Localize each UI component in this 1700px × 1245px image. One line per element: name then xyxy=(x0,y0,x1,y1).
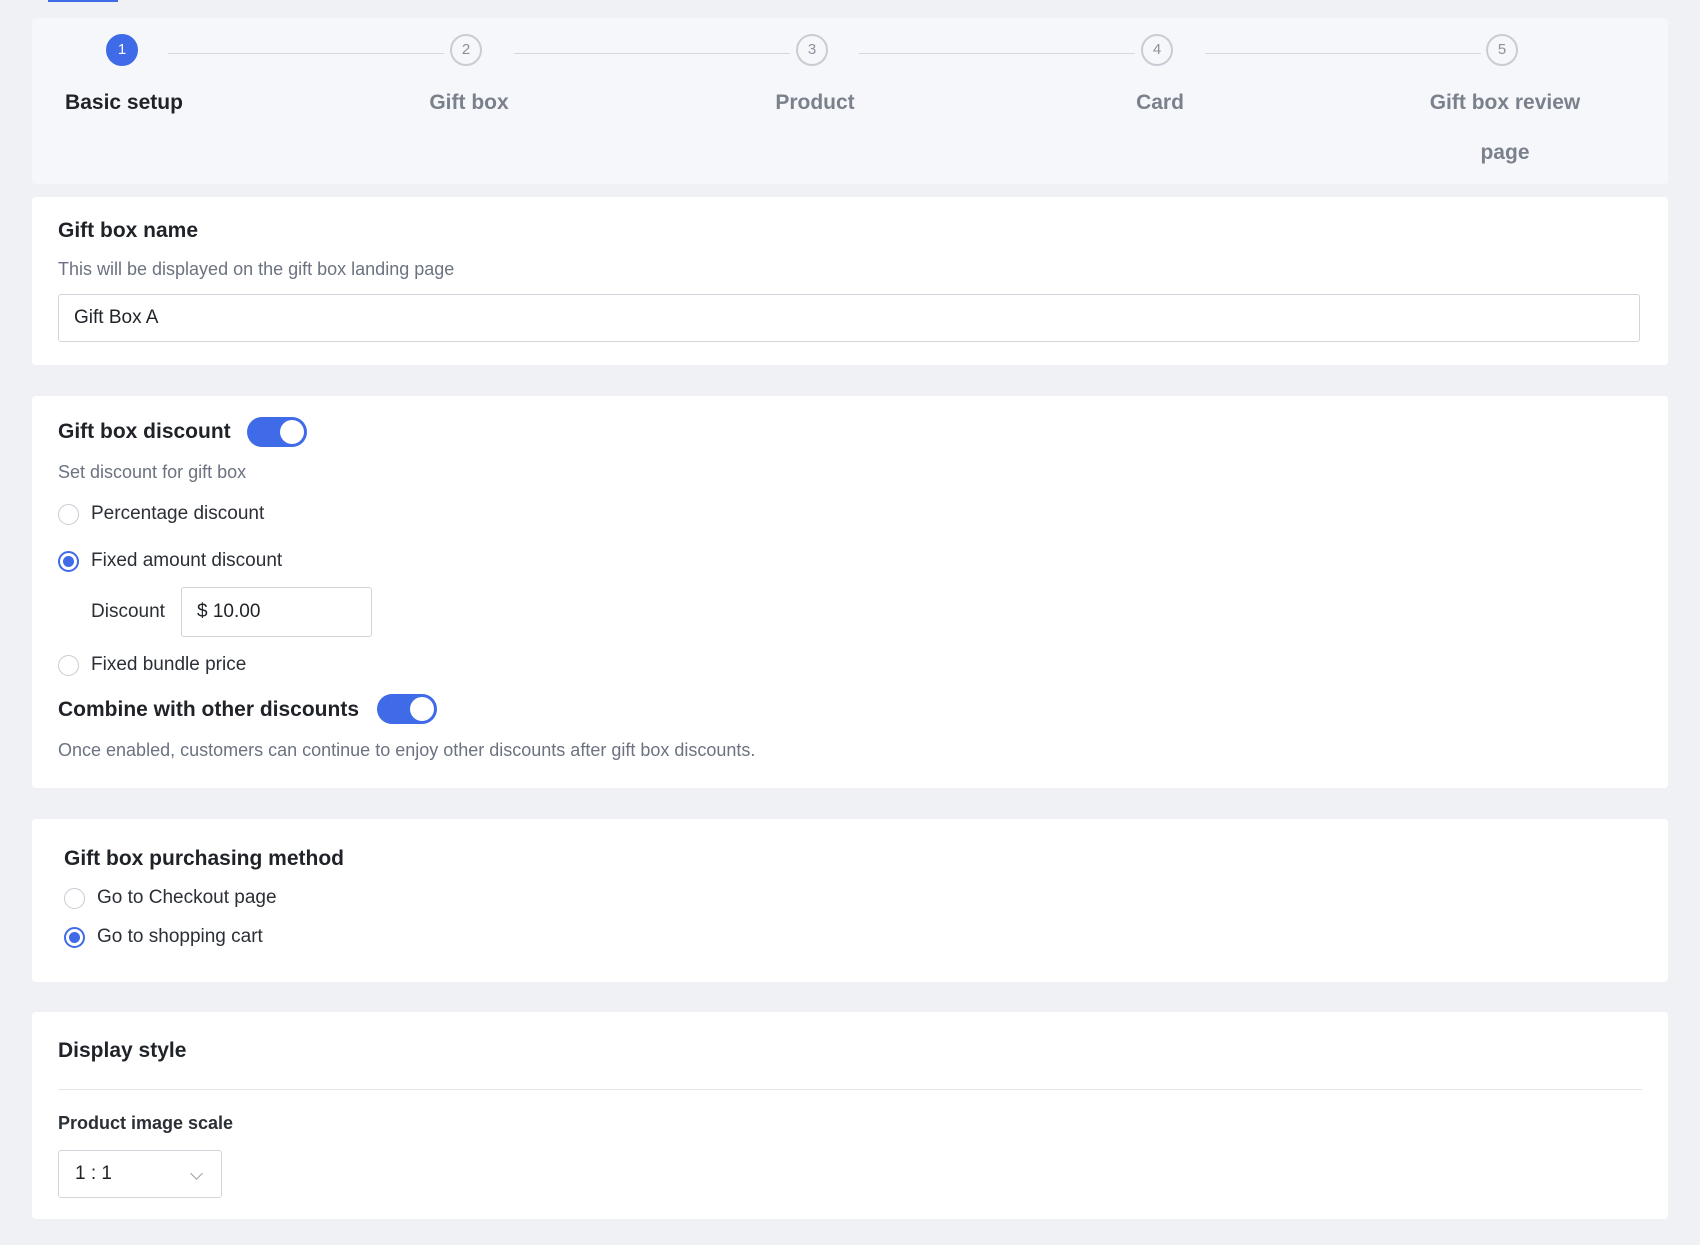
step-product[interactable]: 3 Product xyxy=(665,18,965,184)
product-image-scale-select[interactable]: 1 : 1 xyxy=(58,1150,222,1198)
combine-discounts-description: Once enabled, customers can continue to … xyxy=(58,740,756,760)
product-image-scale-label: Product image scale xyxy=(58,1113,234,1133)
step-label: Gift box review page xyxy=(1355,78,1655,178)
step-label-line2: page xyxy=(1480,141,1530,164)
toggle-knob xyxy=(410,697,434,721)
step-number: 3 xyxy=(796,34,828,66)
step-number: 4 xyxy=(1141,34,1173,66)
display-style-card: Display style Product image scale 1 : 1 xyxy=(32,1012,1668,1219)
checkout-page-radio[interactable] xyxy=(64,887,85,909)
step-label-line1: Gift box review xyxy=(1429,91,1581,114)
checkout-page-option[interactable]: Go to Checkout page xyxy=(64,887,277,909)
gift-box-name-card: Gift box name This will be displayed on … xyxy=(32,197,1668,365)
fixed-bundle-price-radio[interactable] xyxy=(58,654,79,676)
discount-label: Discount xyxy=(91,601,165,622)
display-style-divider xyxy=(58,1089,1642,1090)
gift-box-name-input[interactable]: Gift Box A xyxy=(58,294,1640,342)
shopping-cart-radio[interactable] xyxy=(64,926,85,948)
step-number: 2 xyxy=(450,34,482,66)
gift-box-discount-toggle[interactable] xyxy=(247,417,307,447)
step-gift-box-review-page[interactable]: 5 Gift box review page xyxy=(1355,18,1655,184)
product-image-scale-value: 1 : 1 xyxy=(75,1163,112,1184)
gift-box-name-title: Gift box name xyxy=(58,219,199,242)
fixed-amount-discount-option[interactable]: Fixed amount discount xyxy=(58,550,282,572)
gift-box-name-description: This will be displayed on the gift box l… xyxy=(58,259,455,279)
fixed-bundle-price-option[interactable]: Fixed bundle price xyxy=(58,654,246,676)
percentage-discount-option[interactable]: Percentage discount xyxy=(58,503,264,525)
step-label: Card xyxy=(1136,91,1184,114)
step-gift-box[interactable]: 2 Gift box xyxy=(319,18,619,184)
percentage-discount-label: Percentage discount xyxy=(91,503,265,524)
fixed-amount-discount-label: Fixed amount discount xyxy=(91,550,283,571)
gift-box-discount-card: Gift box discount Set discount for gift … xyxy=(32,396,1668,788)
step-basic-setup[interactable]: 1 Basic setup xyxy=(0,18,274,184)
combine-discounts-toggle[interactable] xyxy=(377,694,437,724)
toggle-knob xyxy=(280,420,304,444)
fixed-amount-discount-radio[interactable] xyxy=(58,550,79,572)
top-tab-indicator xyxy=(48,0,118,2)
gift-box-discount-description: Set discount for gift box xyxy=(58,462,247,482)
step-number: 5 xyxy=(1486,34,1518,66)
chevron-down-icon xyxy=(190,1167,203,1180)
step-label: Product xyxy=(775,91,855,114)
step-label: Gift box xyxy=(429,91,509,114)
checkout-page-label: Go to Checkout page xyxy=(97,887,277,908)
setup-stepper: 1 Basic setup 2 Gift box 3 Product 4 Car… xyxy=(32,18,1668,184)
step-number: 1 xyxy=(106,34,138,66)
purchasing-method-title: Gift box purchasing method xyxy=(64,847,345,870)
combine-discounts-title: Combine with other discounts xyxy=(58,698,360,721)
fixed-bundle-price-label: Fixed bundle price xyxy=(91,654,247,675)
gift-box-discount-title: Gift box discount xyxy=(58,420,231,443)
purchasing-method-card: Gift box purchasing method Go to Checkou… xyxy=(32,819,1668,982)
step-label: Basic setup xyxy=(65,91,183,114)
percentage-discount-radio[interactable] xyxy=(58,503,79,525)
display-style-title: Display style xyxy=(58,1039,187,1062)
shopping-cart-label: Go to shopping cart xyxy=(97,926,263,947)
discount-amount-input[interactable]: $ 10.00 xyxy=(181,587,372,637)
step-card[interactable]: 4 Card xyxy=(1010,18,1310,184)
shopping-cart-option[interactable]: Go to shopping cart xyxy=(64,926,263,948)
